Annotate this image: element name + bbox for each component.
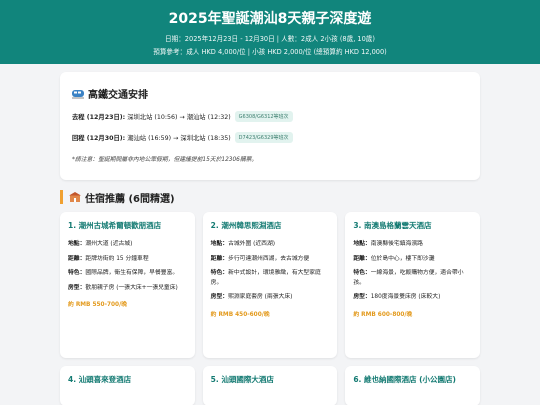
hotel-feature: 特色：一線海景，吃飯購物方便，適合帶小孩。 (353, 270, 464, 286)
hotel-feature: 特色：國際品牌，衛生有保障，早餐豐富。 (68, 270, 179, 276)
hotel-feature: 特色：新中式設計，環境雅緻，有大型家庭房。 (210, 270, 321, 286)
budget-info: 預算參考：成人 HKD 4,000/位 | 小孩 HKD 2,000/位 (總預… (153, 48, 387, 56)
hotel-name: 4. 汕頭喜來登酒店 (68, 375, 132, 384)
hotel-name: 6. 維也納國際酒店 (小公園店) (353, 375, 456, 384)
hotel-card[interactable]: 5. 汕頭國際大酒店 (202, 366, 338, 405)
outbound-row: 去程 (12月23日): 深圳北站 (10:56) → 潮汕站 (12:32) … (72, 111, 468, 122)
hotel-name: 1. 潮州古城希爾頓歡朋酒店 (68, 221, 162, 230)
hotel-card[interactable]: 3. 南澳島格蘭雲天酒店 地點：南澳縣後宅鎮海濱路 距離：位於島中心，樓下即沙灘… (345, 212, 480, 358)
trip-info: 日期：2025年12月23日 - 12月30日 | 人數：2成人 2小孩 (8歲… (165, 35, 375, 43)
return-train-badge: D7423/G6329等班次 (234, 132, 293, 143)
hotel-card[interactable]: 1. 潮州古城希爾頓歡朋酒店 地點：潮州大道 (近古城) 距離：距牌坊街約 15… (60, 212, 195, 358)
outbound-route: 深圳北站 (10:56) → 潮汕站 (12:32) (127, 114, 231, 121)
hotel-price: 約 RMB 600-800/晚 (353, 311, 413, 318)
hotel-price: 約 RMB 450-600/晚 (210, 311, 270, 318)
hotel-room: 房型：歡朋親子房 (一張大床+一張兒童床) (68, 284, 178, 291)
hotel-grid-row2: 4. 汕頭喜來登酒店 5. 汕頭國際大酒店 6. 維也納國際酒店 (小公園店) (60, 366, 480, 405)
hotel-card[interactable]: 6. 維也納國際酒店 (小公園店) (345, 366, 480, 405)
hotel-price: 約 RMB 550-700/晚 (68, 302, 128, 308)
hotel-room: 房型：180度海景雙床房 (床較大) (353, 294, 441, 300)
outbound-train-badge: G6308/G6312等班次 (234, 111, 293, 122)
return-route: 潮汕站 (16:59) → 深圳北站 (18:35) (127, 135, 231, 142)
page-header: 2025年聖誕潮汕8天親子深度遊 日期：2025年12月23日 - 12月30日… (0, 0, 540, 64)
return-row: 回程 (12月30日): 潮汕站 (16:59) → 深圳北站 (18:35) … (72, 132, 468, 143)
hotel-distance: 距離：位於島中心，樓下即沙灘 (353, 255, 435, 262)
hotel-grid: 1. 潮州古城希爾頓歡朋酒店 地點：潮州大道 (近古城) 距離：距牌坊街約 15… (60, 212, 480, 358)
outbound-label: 去程 (12月23日): (72, 114, 126, 121)
hotel-room: 房型：熙淵家庭套房 (兩張大床) (210, 294, 293, 300)
hotel-distance: 距離：步行可達潮州西湖，去古城方便 (210, 255, 310, 262)
transport-title: 高鐵交通安排 (72, 86, 468, 101)
hotel-name: 2. 潮州韓思熙淵酒店 (210, 221, 282, 230)
transport-card: 高鐵交通安排 去程 (12月23日): 深圳北站 (10:56) → 潮汕站 (… (60, 72, 480, 180)
hotels-section-title: 住宿推薦 (6間精選) (60, 190, 480, 205)
hotel-card[interactable]: 4. 汕頭喜來登酒店 (60, 366, 195, 405)
hotel-location: 地點：潮州大道 (近古城) (68, 241, 133, 247)
hotel-distance: 距離：距牌坊街約 15 分鐘車程 (68, 255, 149, 262)
hotel-card[interactable]: 2. 潮州韓思熙淵酒店 地點：古城外圍 (近西湖) 距離：步行可達潮州西湖，去古… (202, 212, 338, 358)
transport-title-text: 高鐵交通安排 (88, 90, 148, 101)
hotel-location: 地點：南澳縣後宅鎮海濱路 (353, 241, 423, 247)
page-title: 2025年聖誕潮汕8天親子深度遊 (168, 11, 372, 27)
hotels-title-text: 住宿推薦 (6間精選) (85, 193, 175, 205)
hotel-name: 5. 汕頭國際大酒店 (210, 375, 274, 384)
transport-note: *請注意：聖誕期間屬非內地公眾假期，但建議提前15天於12306購票。 (72, 157, 258, 163)
hotel-location: 地點：古城外圍 (近西湖) (210, 241, 276, 247)
train-icon (72, 89, 84, 98)
hotel-name: 3. 南澳島格蘭雲天酒店 (353, 221, 432, 230)
hotel-icon (69, 192, 81, 202)
return-label: 回程 (12月30日): (72, 135, 126, 142)
